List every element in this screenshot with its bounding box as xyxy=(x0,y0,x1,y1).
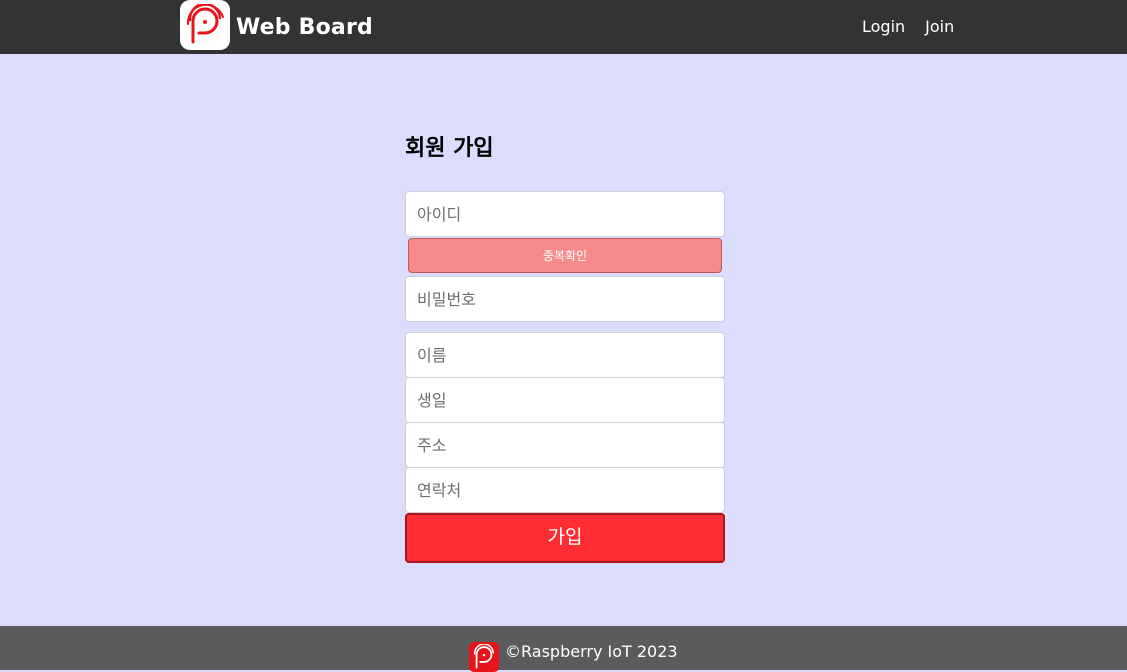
birthday-input[interactable] xyxy=(405,377,725,423)
name-input[interactable] xyxy=(405,332,725,378)
brand[interactable]: Web Board xyxy=(180,0,373,54)
id-input[interactable] xyxy=(405,191,725,237)
footer: ©Raspberry IoT 2023 xyxy=(0,626,1127,672)
footer-content: ©Raspberry IoT 2023 xyxy=(469,642,678,672)
raspberry-logo-icon xyxy=(469,642,499,672)
page-title: 회원 가입 xyxy=(405,136,494,161)
address-input[interactable] xyxy=(405,422,725,468)
footer-copyright: ©Raspberry IoT 2023 xyxy=(505,642,678,661)
duplicate-check-button[interactable]: 중복확인 xyxy=(408,238,722,273)
nav-login-link[interactable]: Login xyxy=(862,17,905,36)
phone-input[interactable] xyxy=(405,467,725,513)
password-input[interactable] xyxy=(405,276,725,322)
raspberry-logo-icon[interactable] xyxy=(180,0,230,50)
top-navbar: Web Board Login Join xyxy=(0,0,1127,54)
nav-links: Login Join xyxy=(862,0,974,52)
nav-join-link[interactable]: Join xyxy=(925,17,954,36)
brand-title[interactable]: Web Board xyxy=(236,15,373,40)
signup-submit-button[interactable]: 가입 xyxy=(405,513,725,563)
